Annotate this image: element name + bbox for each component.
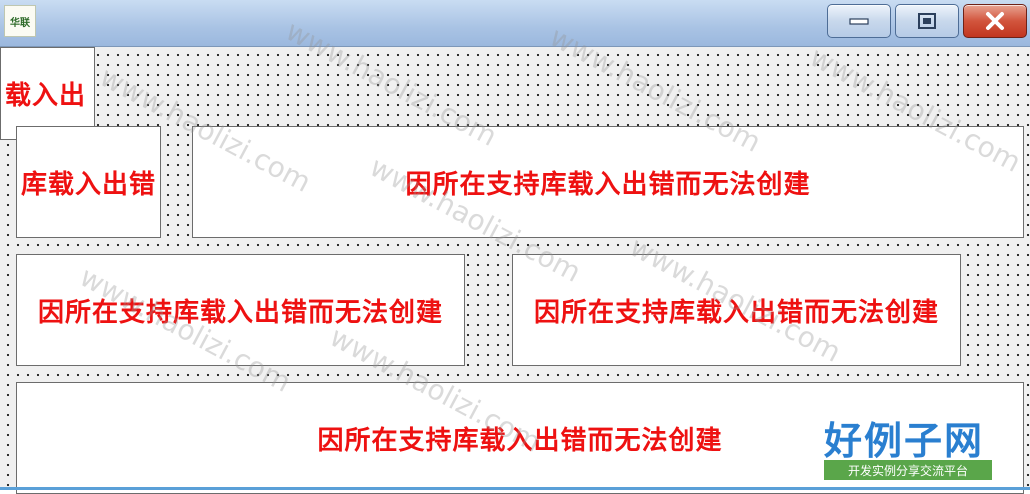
error-panel-6[interactable]: 因所在支持库载入出错而无法创建	[16, 382, 1024, 494]
close-icon	[986, 12, 1004, 30]
error-panel-4[interactable]: 因所在支持库载入出错而无法创建	[16, 254, 465, 366]
form-canvas: 载入出 库载入出错 因所在支持库载入出错而无法创建 因所在支持库载入出错而无法创…	[0, 47, 1030, 494]
error-panel-2-text: 库载入出错	[20, 169, 156, 200]
app-icon-text: 华联	[10, 17, 30, 29]
close-button[interactable]	[963, 4, 1027, 38]
window-titlebar[interactable]: 华联	[0, 0, 1030, 47]
error-panel-5[interactable]: 因所在支持库载入出错而无法创建	[512, 254, 961, 366]
app-icon: 华联	[4, 5, 36, 37]
error-panel-3-text: 因所在支持库载入出错而无法创建	[405, 169, 811, 200]
minimize-button[interactable]	[827, 4, 891, 38]
error-panel-2[interactable]: 库载入出错	[16, 126, 161, 238]
error-panel-3[interactable]: 因所在支持库载入出错而无法创建	[192, 126, 1024, 238]
error-panel-1-text: 载入出	[5, 81, 87, 111]
maximize-icon	[918, 13, 936, 29]
error-panel-5-text: 因所在支持库载入出错而无法创建	[533, 297, 939, 328]
error-panel-6-text: 因所在支持库载入出错而无法创建	[317, 425, 723, 456]
error-panel-4-text: 因所在支持库载入出错而无法创建	[37, 297, 443, 328]
maximize-button[interactable]	[895, 4, 959, 38]
minimize-icon	[849, 18, 869, 25]
